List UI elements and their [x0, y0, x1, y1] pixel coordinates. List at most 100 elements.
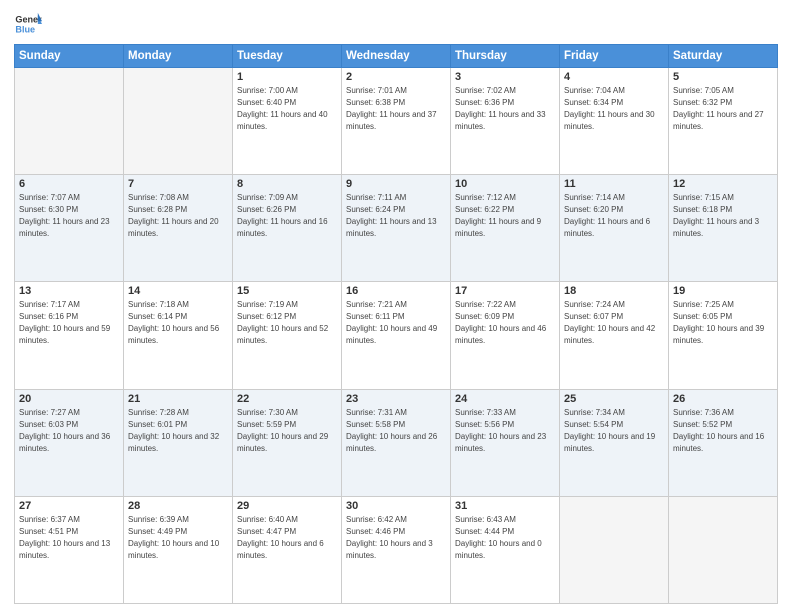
day-number: 18: [564, 285, 664, 297]
day-info: Sunrise: 7:18 AMSunset: 6:14 PMDaylight:…: [128, 299, 228, 347]
day-info: Sunrise: 7:30 AMSunset: 5:59 PMDaylight:…: [237, 407, 337, 455]
day-info: Sunrise: 7:11 AMSunset: 6:24 PMDaylight:…: [346, 192, 446, 240]
day-number: 5: [673, 71, 773, 83]
day-cell: 17 Sunrise: 7:22 AMSunset: 6:09 PMDayligh…: [451, 282, 560, 389]
day-info: Sunrise: 7:08 AMSunset: 6:28 PMDaylight:…: [128, 192, 228, 240]
day-number: 31: [455, 500, 555, 512]
day-info: Sunrise: 7:17 AMSunset: 6:16 PMDaylight:…: [19, 299, 119, 347]
day-cell: 14 Sunrise: 7:18 AMSunset: 6:14 PMDayligh…: [124, 282, 233, 389]
day-info: Sunrise: 7:00 AMSunset: 6:40 PMDaylight:…: [237, 85, 337, 133]
week-row-4: 20Sunrise: 7:27 AMSunset: 6:03 PMDayligh…: [15, 389, 778, 496]
weekday-header-sunday: Sunday: [15, 45, 124, 68]
day-cell: 29 Sunrise: 6:40 AMSunset: 4:47 PMDayligh…: [233, 496, 342, 603]
day-info: Sunrise: 7:24 AMSunset: 6:07 PMDaylight:…: [564, 299, 664, 347]
day-number: 9: [346, 178, 446, 190]
day-info: Sunrise: 7:25 AMSunset: 6:05 PMDaylight:…: [673, 299, 773, 347]
weekday-header-thursday: Thursday: [451, 45, 560, 68]
day-cell: 16 Sunrise: 7:21 AMSunset: 6:11 PMDayligh…: [342, 282, 451, 389]
calendar-table: SundayMondayTuesdayWednesdayThursdayFrid…: [14, 44, 778, 604]
day-number: 11: [564, 178, 664, 190]
day-info: Sunrise: 7:34 AMSunset: 5:54 PMDaylight:…: [564, 407, 664, 455]
day-number: 21: [128, 393, 228, 405]
day-number: 23: [346, 393, 446, 405]
day-number: 22: [237, 393, 337, 405]
day-info: Sunrise: 7:19 AMSunset: 6:12 PMDaylight:…: [237, 299, 337, 347]
day-cell: 25 Sunrise: 7:34 AMSunset: 5:54 PMDayligh…: [560, 389, 669, 496]
day-info: Sunrise: 7:22 AMSunset: 6:09 PMDaylight:…: [455, 299, 555, 347]
day-number: 12: [673, 178, 773, 190]
day-cell: 3 Sunrise: 7:02 AMSunset: 6:36 PMDaylight…: [451, 68, 560, 175]
day-number: 19: [673, 285, 773, 297]
day-cell: 1Sunrise: 7:00 AMSunset: 6:40 PMDaylight…: [233, 68, 342, 175]
day-cell: [669, 496, 778, 603]
day-cell: 31 Sunrise: 6:43 AMSunset: 4:44 PMDayligh…: [451, 496, 560, 603]
day-cell: 10 Sunrise: 7:12 AMSunset: 6:22 PMDayligh…: [451, 175, 560, 282]
day-info: Sunrise: 7:14 AMSunset: 6:20 PMDaylight:…: [564, 192, 664, 240]
day-number: 10: [455, 178, 555, 190]
day-cell: 13Sunrise: 7:17 AMSunset: 6:16 PMDayligh…: [15, 282, 124, 389]
day-cell: 12 Sunrise: 7:15 AMSunset: 6:18 PMDayligh…: [669, 175, 778, 282]
day-number: 27: [19, 500, 119, 512]
day-info: Sunrise: 7:09 AMSunset: 6:26 PMDaylight:…: [237, 192, 337, 240]
day-number: 3: [455, 71, 555, 83]
weekday-header-wednesday: Wednesday: [342, 45, 451, 68]
day-number: 15: [237, 285, 337, 297]
day-info: Sunrise: 7:33 AMSunset: 5:56 PMDaylight:…: [455, 407, 555, 455]
svg-text:Blue: Blue: [15, 24, 35, 34]
day-info: Sunrise: 7:31 AMSunset: 5:58 PMDaylight:…: [346, 407, 446, 455]
day-cell: 7 Sunrise: 7:08 AMSunset: 6:28 PMDaylight…: [124, 175, 233, 282]
logo: General Blue: [14, 10, 42, 38]
day-info: Sunrise: 7:15 AMSunset: 6:18 PMDaylight:…: [673, 192, 773, 240]
day-cell: [15, 68, 124, 175]
day-info: Sunrise: 6:42 AMSunset: 4:46 PMDaylight:…: [346, 514, 446, 562]
week-row-3: 13Sunrise: 7:17 AMSunset: 6:16 PMDayligh…: [15, 282, 778, 389]
day-cell: [560, 496, 669, 603]
day-info: Sunrise: 7:21 AMSunset: 6:11 PMDaylight:…: [346, 299, 446, 347]
day-number: 20: [19, 393, 119, 405]
day-info: Sunrise: 7:01 AMSunset: 6:38 PMDaylight:…: [346, 85, 446, 133]
week-row-2: 6 Sunrise: 7:07 AMSunset: 6:30 PMDaylight…: [15, 175, 778, 282]
day-number: 7: [128, 178, 228, 190]
day-cell: 4 Sunrise: 7:04 AMSunset: 6:34 PMDaylight…: [560, 68, 669, 175]
logo-icon: General Blue: [14, 10, 42, 38]
header: General Blue: [14, 10, 778, 38]
day-number: 17: [455, 285, 555, 297]
day-cell: 20Sunrise: 7:27 AMSunset: 6:03 PMDayligh…: [15, 389, 124, 496]
weekday-header-tuesday: Tuesday: [233, 45, 342, 68]
day-cell: 30Sunrise: 6:42 AMSunset: 4:46 PMDayligh…: [342, 496, 451, 603]
day-cell: 9 Sunrise: 7:11 AMSunset: 6:24 PMDaylight…: [342, 175, 451, 282]
day-number: 8: [237, 178, 337, 190]
day-cell: 24 Sunrise: 7:33 AMSunset: 5:56 PMDayligh…: [451, 389, 560, 496]
day-cell: 18 Sunrise: 7:24 AMSunset: 6:07 PMDayligh…: [560, 282, 669, 389]
day-cell: 11 Sunrise: 7:14 AMSunset: 6:20 PMDayligh…: [560, 175, 669, 282]
day-info: Sunrise: 6:43 AMSunset: 4:44 PMDaylight:…: [455, 514, 555, 562]
day-info: Sunrise: 7:05 AMSunset: 6:32 PMDaylight:…: [673, 85, 773, 133]
day-number: 4: [564, 71, 664, 83]
week-row-1: 1Sunrise: 7:00 AMSunset: 6:40 PMDaylight…: [15, 68, 778, 175]
day-info: Sunrise: 6:39 AMSunset: 4:49 PMDaylight:…: [128, 514, 228, 562]
day-cell: 23 Sunrise: 7:31 AMSunset: 5:58 PMDayligh…: [342, 389, 451, 496]
weekday-header-row: SundayMondayTuesdayWednesdayThursdayFrid…: [15, 45, 778, 68]
day-info: Sunrise: 7:04 AMSunset: 6:34 PMDaylight:…: [564, 85, 664, 133]
day-info: Sunrise: 6:40 AMSunset: 4:47 PMDaylight:…: [237, 514, 337, 562]
day-cell: 5 Sunrise: 7:05 AMSunset: 6:32 PMDaylight…: [669, 68, 778, 175]
day-number: 25: [564, 393, 664, 405]
day-number: 14: [128, 285, 228, 297]
day-cell: 19 Sunrise: 7:25 AMSunset: 6:05 PMDayligh…: [669, 282, 778, 389]
day-info: Sunrise: 7:02 AMSunset: 6:36 PMDaylight:…: [455, 85, 555, 133]
day-cell: 8 Sunrise: 7:09 AMSunset: 6:26 PMDaylight…: [233, 175, 342, 282]
day-cell: 22 Sunrise: 7:30 AMSunset: 5:59 PMDayligh…: [233, 389, 342, 496]
day-number: 26: [673, 393, 773, 405]
day-cell: 15 Sunrise: 7:19 AMSunset: 6:12 PMDayligh…: [233, 282, 342, 389]
day-number: 24: [455, 393, 555, 405]
page: General Blue SundayMondayTuesdayWednesda…: [0, 0, 792, 612]
day-cell: 2Sunrise: 7:01 AMSunset: 6:38 PMDaylight…: [342, 68, 451, 175]
day-info: Sunrise: 7:07 AMSunset: 6:30 PMDaylight:…: [19, 192, 119, 240]
day-cell: [124, 68, 233, 175]
day-number: 29: [237, 500, 337, 512]
day-info: Sunrise: 7:36 AMSunset: 5:52 PMDaylight:…: [673, 407, 773, 455]
day-info: Sunrise: 7:12 AMSunset: 6:22 PMDaylight:…: [455, 192, 555, 240]
day-number: 16: [346, 285, 446, 297]
day-number: 6: [19, 178, 119, 190]
weekday-header-saturday: Saturday: [669, 45, 778, 68]
